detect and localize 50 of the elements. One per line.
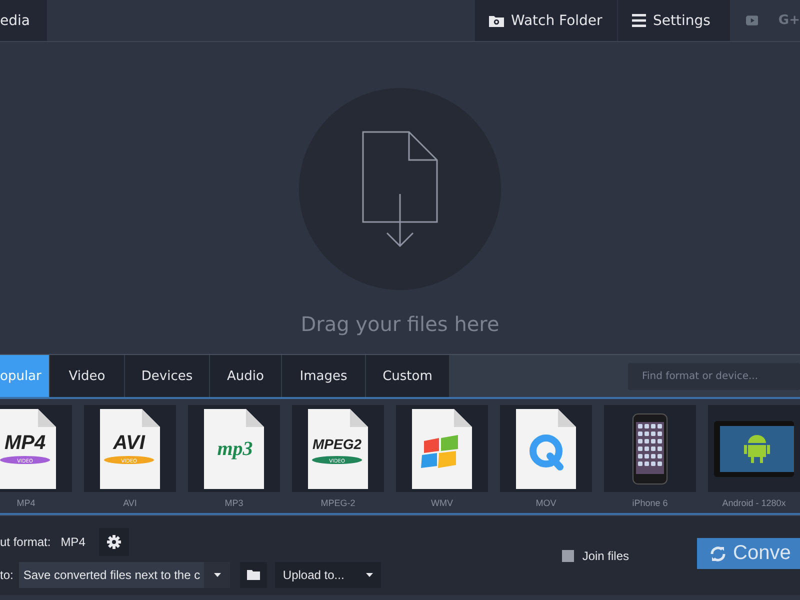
caret-icon (366, 573, 374, 577)
format-logo-text: mp3 (217, 438, 253, 460)
join-files-checkbox[interactable] (562, 550, 574, 562)
format-logo-text: MPEG2 (312, 436, 362, 452)
save-to-label: to: (0, 568, 14, 582)
drop-hint: Drag your files here (300, 312, 500, 336)
document-icon (204, 408, 264, 488)
format-tile[interactable] (708, 405, 800, 492)
format-tab[interactable]: Devices (125, 355, 210, 397)
format-tab[interactable]: Images (282, 355, 366, 397)
save-location-dropdown[interactable]: Save converted files next to the c (19, 562, 230, 588)
format-label: MPEG-2 (320, 498, 356, 508)
refresh-icon (709, 544, 727, 562)
menu-icon (632, 14, 646, 27)
output-format-value: MP4 (60, 535, 86, 549)
format-label: MOV (536, 498, 556, 508)
format-tab[interactable]: Custom (366, 355, 450, 397)
document-icon (100, 408, 160, 488)
format-label: AVI (123, 498, 137, 508)
file-download-icon (362, 131, 438, 247)
youtube-icon[interactable] (746, 15, 758, 26)
format-tab[interactable]: Audio (210, 355, 282, 397)
watch-folder-button[interactable]: Watch Folder (475, 0, 617, 41)
format-tab[interactable]: Video (50, 355, 125, 397)
settings-button[interactable]: Settings (618, 0, 730, 41)
format-logo-text: AVI (113, 432, 145, 454)
folder-icon (247, 570, 260, 580)
format-logo-text: MP4 (4, 432, 46, 454)
format-tile[interactable] (396, 405, 488, 492)
format-tile[interactable] (604, 405, 696, 492)
smartphone-icon (632, 412, 668, 484)
format-tile[interactable]: mp3 (188, 405, 280, 492)
caret-icon (214, 573, 221, 577)
upload-dropdown[interactable]: Upload to... (275, 562, 382, 588)
browse-folder-button[interactable] (240, 562, 268, 588)
search-field[interactable]: Find format or device... (628, 362, 800, 390)
format-label: MP3 (224, 498, 244, 508)
output-format-label: ut format: (0, 535, 51, 549)
format-label: WMV (431, 498, 453, 508)
settings-icon (107, 535, 122, 549)
format-label: iPhone 6 (632, 498, 668, 508)
format-settings-button[interactable] (99, 528, 130, 556)
document-icon (0, 408, 56, 488)
format-label: Android - 1280x (722, 498, 786, 508)
format-tile[interactable] (500, 405, 592, 492)
camera-folder-icon (489, 14, 504, 27)
android-tablet-icon (714, 420, 794, 476)
document-icon (308, 408, 368, 488)
join-files-label: Join files (582, 548, 629, 562)
format-label: MP4 (16, 498, 36, 508)
